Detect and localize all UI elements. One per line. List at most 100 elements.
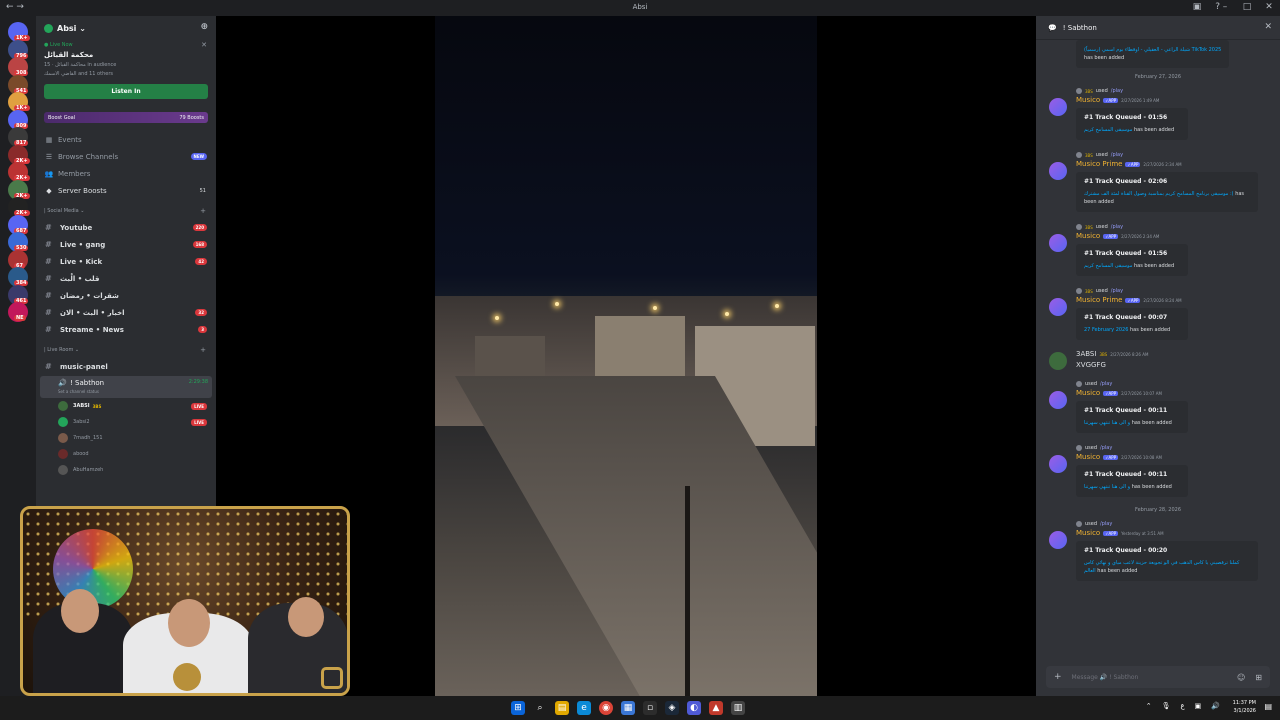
category-header[interactable]: | Social Media ⌄ + bbox=[36, 203, 216, 219]
boost-goal-bar[interactable]: Boost Goal 79 Boosts bbox=[44, 112, 208, 123]
category-header[interactable]: | Live Room ⌄ + bbox=[36, 342, 216, 358]
command-link[interactable]: /play bbox=[1111, 152, 1123, 158]
command-link[interactable]: /play bbox=[1100, 381, 1112, 387]
app-icon[interactable]: ▥ bbox=[731, 701, 745, 715]
close-window-button[interactable]: ✕ bbox=[1264, 2, 1274, 12]
nav-browse-channels[interactable]: ☰ Browse Channels NEW bbox=[36, 148, 216, 165]
message: used/play Musico ✓APP Yesterday at 3:51 AM #… bbox=[1036, 519, 1280, 581]
shield-icon[interactable]: ▲ bbox=[709, 701, 723, 715]
category-label: | Live Room ⌄ bbox=[44, 347, 80, 353]
add-channel-icon[interactable]: + bbox=[200, 207, 206, 215]
command-link[interactable]: /play bbox=[1100, 445, 1112, 451]
voice-member[interactable]: 3ABSI 3BS LIVE bbox=[36, 398, 216, 414]
channel-logo bbox=[173, 663, 201, 691]
channel-item[interactable]: # Live • Kick 42 bbox=[36, 253, 216, 270]
start-icon[interactable]: ⊞ bbox=[511, 701, 525, 715]
avatar bbox=[58, 401, 68, 411]
track-link[interactable]: 27 February 2026 bbox=[1084, 327, 1128, 333]
voice-member[interactable]: abood bbox=[36, 446, 216, 462]
boost-goal-label: Boost Goal bbox=[48, 114, 76, 121]
message-author[interactable]: Musico Prime ✓APP 2/27/2026 2:34 AM bbox=[1076, 160, 1264, 168]
close-icon[interactable]: ✕ bbox=[201, 41, 207, 49]
add-channel-icon[interactable]: + bbox=[200, 346, 206, 354]
command-link[interactable]: /play bbox=[1111, 288, 1123, 294]
chrome-icon[interactable]: ◉ bbox=[599, 701, 613, 715]
apps-icon[interactable]: ⊞ bbox=[1255, 673, 1262, 682]
message-input[interactable]: + Message 🔊 ! Sabthon ☺ ⊞ bbox=[1046, 666, 1270, 688]
avatar[interactable] bbox=[1049, 352, 1067, 370]
terminal-icon[interactable]: ▫ bbox=[643, 701, 657, 715]
hash-icon: # bbox=[45, 362, 52, 371]
message-author[interactable]: 3ABSI 3BS 2/27/2026 8:26 AM bbox=[1076, 350, 1264, 358]
notification-icon[interactable]: ▤ bbox=[1264, 702, 1272, 711]
maximize-button[interactable]: □ bbox=[1242, 2, 1252, 12]
message-list[interactable]: شيلة الراعي - العقيلي - اوقطاء بوم اسمي … bbox=[1036, 40, 1280, 666]
command-link[interactable]: /play bbox=[1111, 224, 1123, 230]
listen-in-button[interactable]: Listen In bbox=[44, 84, 208, 99]
store-icon[interactable]: ▦ bbox=[621, 701, 635, 715]
bot-avatar[interactable] bbox=[1049, 455, 1067, 473]
bot-avatar[interactable] bbox=[1049, 391, 1067, 409]
microphone-icon[interactable]: 🎙 bbox=[1162, 702, 1171, 710]
avatar bbox=[58, 417, 68, 427]
bot-avatar[interactable] bbox=[1049, 162, 1067, 180]
track-link[interactable]: موسيقى برنامج المسامح كريم بمناسبة وصول … bbox=[1084, 191, 1234, 197]
attach-plus-icon[interactable]: + bbox=[1054, 672, 1062, 682]
bot-avatar[interactable] bbox=[1049, 298, 1067, 316]
bot-avatar[interactable] bbox=[1049, 234, 1067, 252]
message-author[interactable]: Musico ✓APP 2/27/2026 2:34 AM bbox=[1076, 232, 1264, 240]
discord-icon[interactable]: ◐ bbox=[687, 701, 701, 715]
message-author[interactable]: Musico Prime ✓APP 2/27/2026 8:24 AM bbox=[1076, 296, 1264, 304]
nav-members[interactable]: 👥 Members bbox=[36, 165, 216, 182]
channel-item[interactable]: # Streame • News 3 bbox=[36, 321, 216, 338]
channel-item[interactable]: # قلب • الْبث bbox=[36, 270, 216, 287]
track-link[interactable]: و الى هنا تنتهي سهرتنا bbox=[1084, 484, 1130, 490]
search-icon[interactable]: ⌕ bbox=[533, 701, 547, 715]
channel-item[interactable]: # Youtube 220 bbox=[36, 219, 216, 236]
message-author[interactable]: Musico ✓APP 2/27/2026 10:07 AM bbox=[1076, 389, 1264, 397]
command-link[interactable]: /play bbox=[1111, 88, 1123, 94]
nav-server-boosts[interactable]: ◆ Server Boosts 51 bbox=[36, 182, 216, 199]
inbox-icon[interactable]: ▣ bbox=[1193, 2, 1202, 12]
channel-item[interactable]: # اخبار • البث • الان 32 bbox=[36, 304, 216, 321]
channel-item[interactable]: # Live • gang 168 bbox=[36, 236, 216, 253]
message-author[interactable]: Musico ✓APP 2/27/2026 1:49 AM bbox=[1076, 96, 1264, 104]
network-icon[interactable]: ▣ bbox=[1195, 702, 1202, 710]
clock[interactable]: 11:37 PM 3/1/2026 bbox=[1233, 699, 1256, 715]
track-link[interactable]: و الى هنا تنتهي سهرتنا bbox=[1084, 420, 1130, 426]
browse-icon: ☰ bbox=[45, 152, 53, 161]
close-chat-button[interactable]: ✕ bbox=[1264, 22, 1272, 32]
chevron-up-icon[interactable]: ⌃ bbox=[1146, 702, 1152, 710]
track-link[interactable]: موسيقى المسامح كريم bbox=[1084, 127, 1132, 133]
nav-label: Server Boosts bbox=[58, 186, 107, 195]
command-link[interactable]: /play bbox=[1100, 521, 1112, 527]
voice-status[interactable]: Set a channel status bbox=[58, 389, 99, 394]
server-header[interactable]: Absi ⌄ ⊕ bbox=[36, 16, 216, 40]
channel-item[interactable]: # music-panel bbox=[36, 358, 216, 375]
voice-member[interactable]: 7madh_151 bbox=[36, 430, 216, 446]
voice-member[interactable]: 3absi2 LIVE bbox=[36, 414, 216, 430]
channel-name: قلب • الْبث bbox=[60, 274, 100, 283]
hash-icon: # bbox=[45, 325, 52, 334]
bot-avatar[interactable] bbox=[1049, 98, 1067, 116]
message-author[interactable]: Musico ✓APP 2/27/2026 10:08 AM bbox=[1076, 453, 1264, 461]
live-stage-card[interactable]: ● Live Now محكمة القبائل محاكمة القبائل … bbox=[36, 40, 216, 79]
minimize-button[interactable]: – bbox=[1220, 2, 1230, 12]
language-indicator[interactable]: ع bbox=[1180, 702, 1184, 710]
voice-member[interactable]: AbuHamzeh bbox=[36, 462, 216, 478]
title-bar: ← → Absi ▣ ? – □ ✕ bbox=[0, 0, 1280, 16]
track-link[interactable]: موسيقى المسامح كريم bbox=[1084, 263, 1132, 269]
channel-item[interactable]: # شقرات • رمضان bbox=[36, 287, 216, 304]
edge-icon[interactable]: e bbox=[577, 701, 591, 715]
volume-icon[interactable]: 🔊 bbox=[1211, 702, 1220, 710]
nav-events[interactable]: ▦ Events bbox=[36, 131, 216, 148]
stage-meta: محاكمة القبائل · 15 in audience bbox=[44, 62, 117, 68]
message-author[interactable]: Musico ✓APP Yesterday at 3:51 AM bbox=[1076, 529, 1264, 537]
mention-badge: 32 bbox=[195, 309, 207, 316]
bot-avatar[interactable] bbox=[1049, 531, 1067, 549]
steam-icon[interactable]: ◈ bbox=[665, 701, 679, 715]
emoji-icon[interactable]: ☺ bbox=[1237, 673, 1245, 682]
file-explorer-icon[interactable]: ▤ bbox=[555, 701, 569, 715]
add-member-icon[interactable]: ⊕ bbox=[200, 22, 208, 32]
voice-channel-sabthon[interactable]: 🔊 ! Sabthon 2:29:38 Set a channel status bbox=[40, 376, 212, 398]
